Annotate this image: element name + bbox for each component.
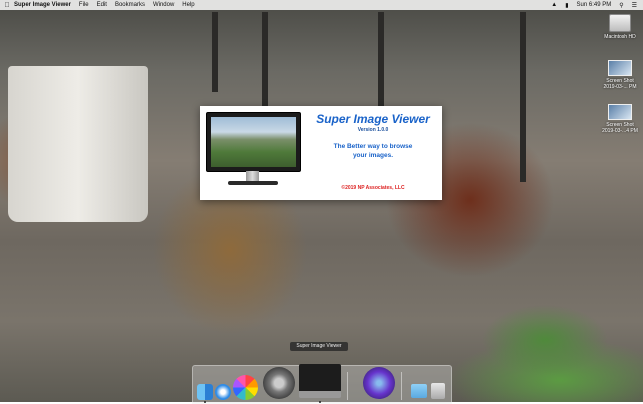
desktop-icon-macintosh-hd[interactable]: Macintosh HD bbox=[600, 14, 640, 40]
monitor-screen bbox=[206, 112, 301, 172]
battery-icon[interactable]: ▮ bbox=[565, 2, 568, 9]
wifi-icon[interactable]: ▲ bbox=[551, 2, 557, 8]
dock-separator bbox=[401, 372, 402, 400]
menubar-status-area: ▲ ▮ Sun 6:49 PM ⚲ ☰ bbox=[551, 2, 643, 9]
splash-title: Super Image Viewer bbox=[316, 112, 430, 126]
desktop-icon-label: Screen Shot 2019-03-... PM bbox=[603, 78, 637, 90]
system-preferences-icon[interactable] bbox=[263, 367, 295, 399]
downloads-folder-icon[interactable] bbox=[411, 384, 427, 398]
wallpaper-chair-leg bbox=[378, 12, 384, 112]
desktop-icon-screenshot-1[interactable]: Screen Shot 2019-03-... PM bbox=[600, 60, 640, 90]
menu-file[interactable]: File bbox=[79, 2, 89, 8]
monitor-landscape-image bbox=[211, 117, 296, 167]
wallpaper-chair-leg bbox=[212, 12, 218, 92]
monitor-stand-base bbox=[228, 181, 278, 185]
trash-icon[interactable] bbox=[431, 383, 445, 399]
dock-separator bbox=[347, 372, 348, 400]
monitor-stand-neck bbox=[246, 171, 259, 181]
dock-tooltip: Super Image Viewer bbox=[290, 342, 348, 351]
splash-tagline: The Better way to browse your images. bbox=[310, 142, 436, 160]
wallpaper-chair-leg bbox=[520, 12, 526, 182]
desktop-icon-label: Screen Shot 2019-03-...4 PM bbox=[602, 122, 638, 134]
finder-icon[interactable] bbox=[197, 384, 213, 400]
video-app-icon[interactable] bbox=[363, 367, 395, 399]
monitor-illustration bbox=[206, 112, 301, 196]
screenshot-file-icon bbox=[608, 104, 632, 120]
desktop-icon-screenshot-2[interactable]: Screen Shot 2019-03-...4 PM bbox=[600, 104, 640, 134]
desktop-icon-label: Macintosh HD bbox=[604, 34, 636, 40]
photos-icon[interactable] bbox=[233, 375, 258, 400]
apple-menu-icon[interactable]:  bbox=[0, 2, 14, 9]
notification-center-icon[interactable]: ☰ bbox=[632, 2, 637, 9]
super-image-viewer-icon[interactable] bbox=[299, 364, 341, 398]
wallpaper-bucket bbox=[8, 66, 148, 222]
spotlight-search-icon[interactable]: ⚲ bbox=[619, 2, 623, 9]
splash-tagline-line1: The Better way to browse bbox=[333, 143, 413, 150]
super-image-viewer-running-indicator bbox=[319, 401, 321, 403]
splash-version: Version 1.0.0 bbox=[357, 127, 389, 133]
menu-app-name[interactable]: Super Image Viewer bbox=[14, 2, 71, 8]
safari-icon[interactable] bbox=[215, 384, 231, 400]
menubar-clock[interactable]: Sun 6:49 PM bbox=[577, 2, 612, 8]
menu-help[interactable]: Help bbox=[182, 2, 194, 8]
splash-copyright: ©2019 NP Associates, LLC bbox=[341, 185, 405, 191]
menu-bookmarks[interactable]: Bookmarks bbox=[115, 2, 145, 8]
menu-window[interactable]: Window bbox=[153, 2, 174, 8]
menu-bar:  Super Image Viewer File Edit Bookmarks… bbox=[0, 0, 643, 10]
splash-tagline-line2: your images. bbox=[352, 152, 394, 159]
dock bbox=[192, 364, 452, 404]
finder-running-indicator bbox=[204, 401, 206, 403]
hard-drive-icon bbox=[609, 14, 631, 32]
menu-edit[interactable]: Edit bbox=[97, 2, 107, 8]
screenshot-file-icon bbox=[608, 60, 632, 76]
splash-window: Super Image Viewer Version 1.0.0 The Bet… bbox=[200, 106, 442, 200]
